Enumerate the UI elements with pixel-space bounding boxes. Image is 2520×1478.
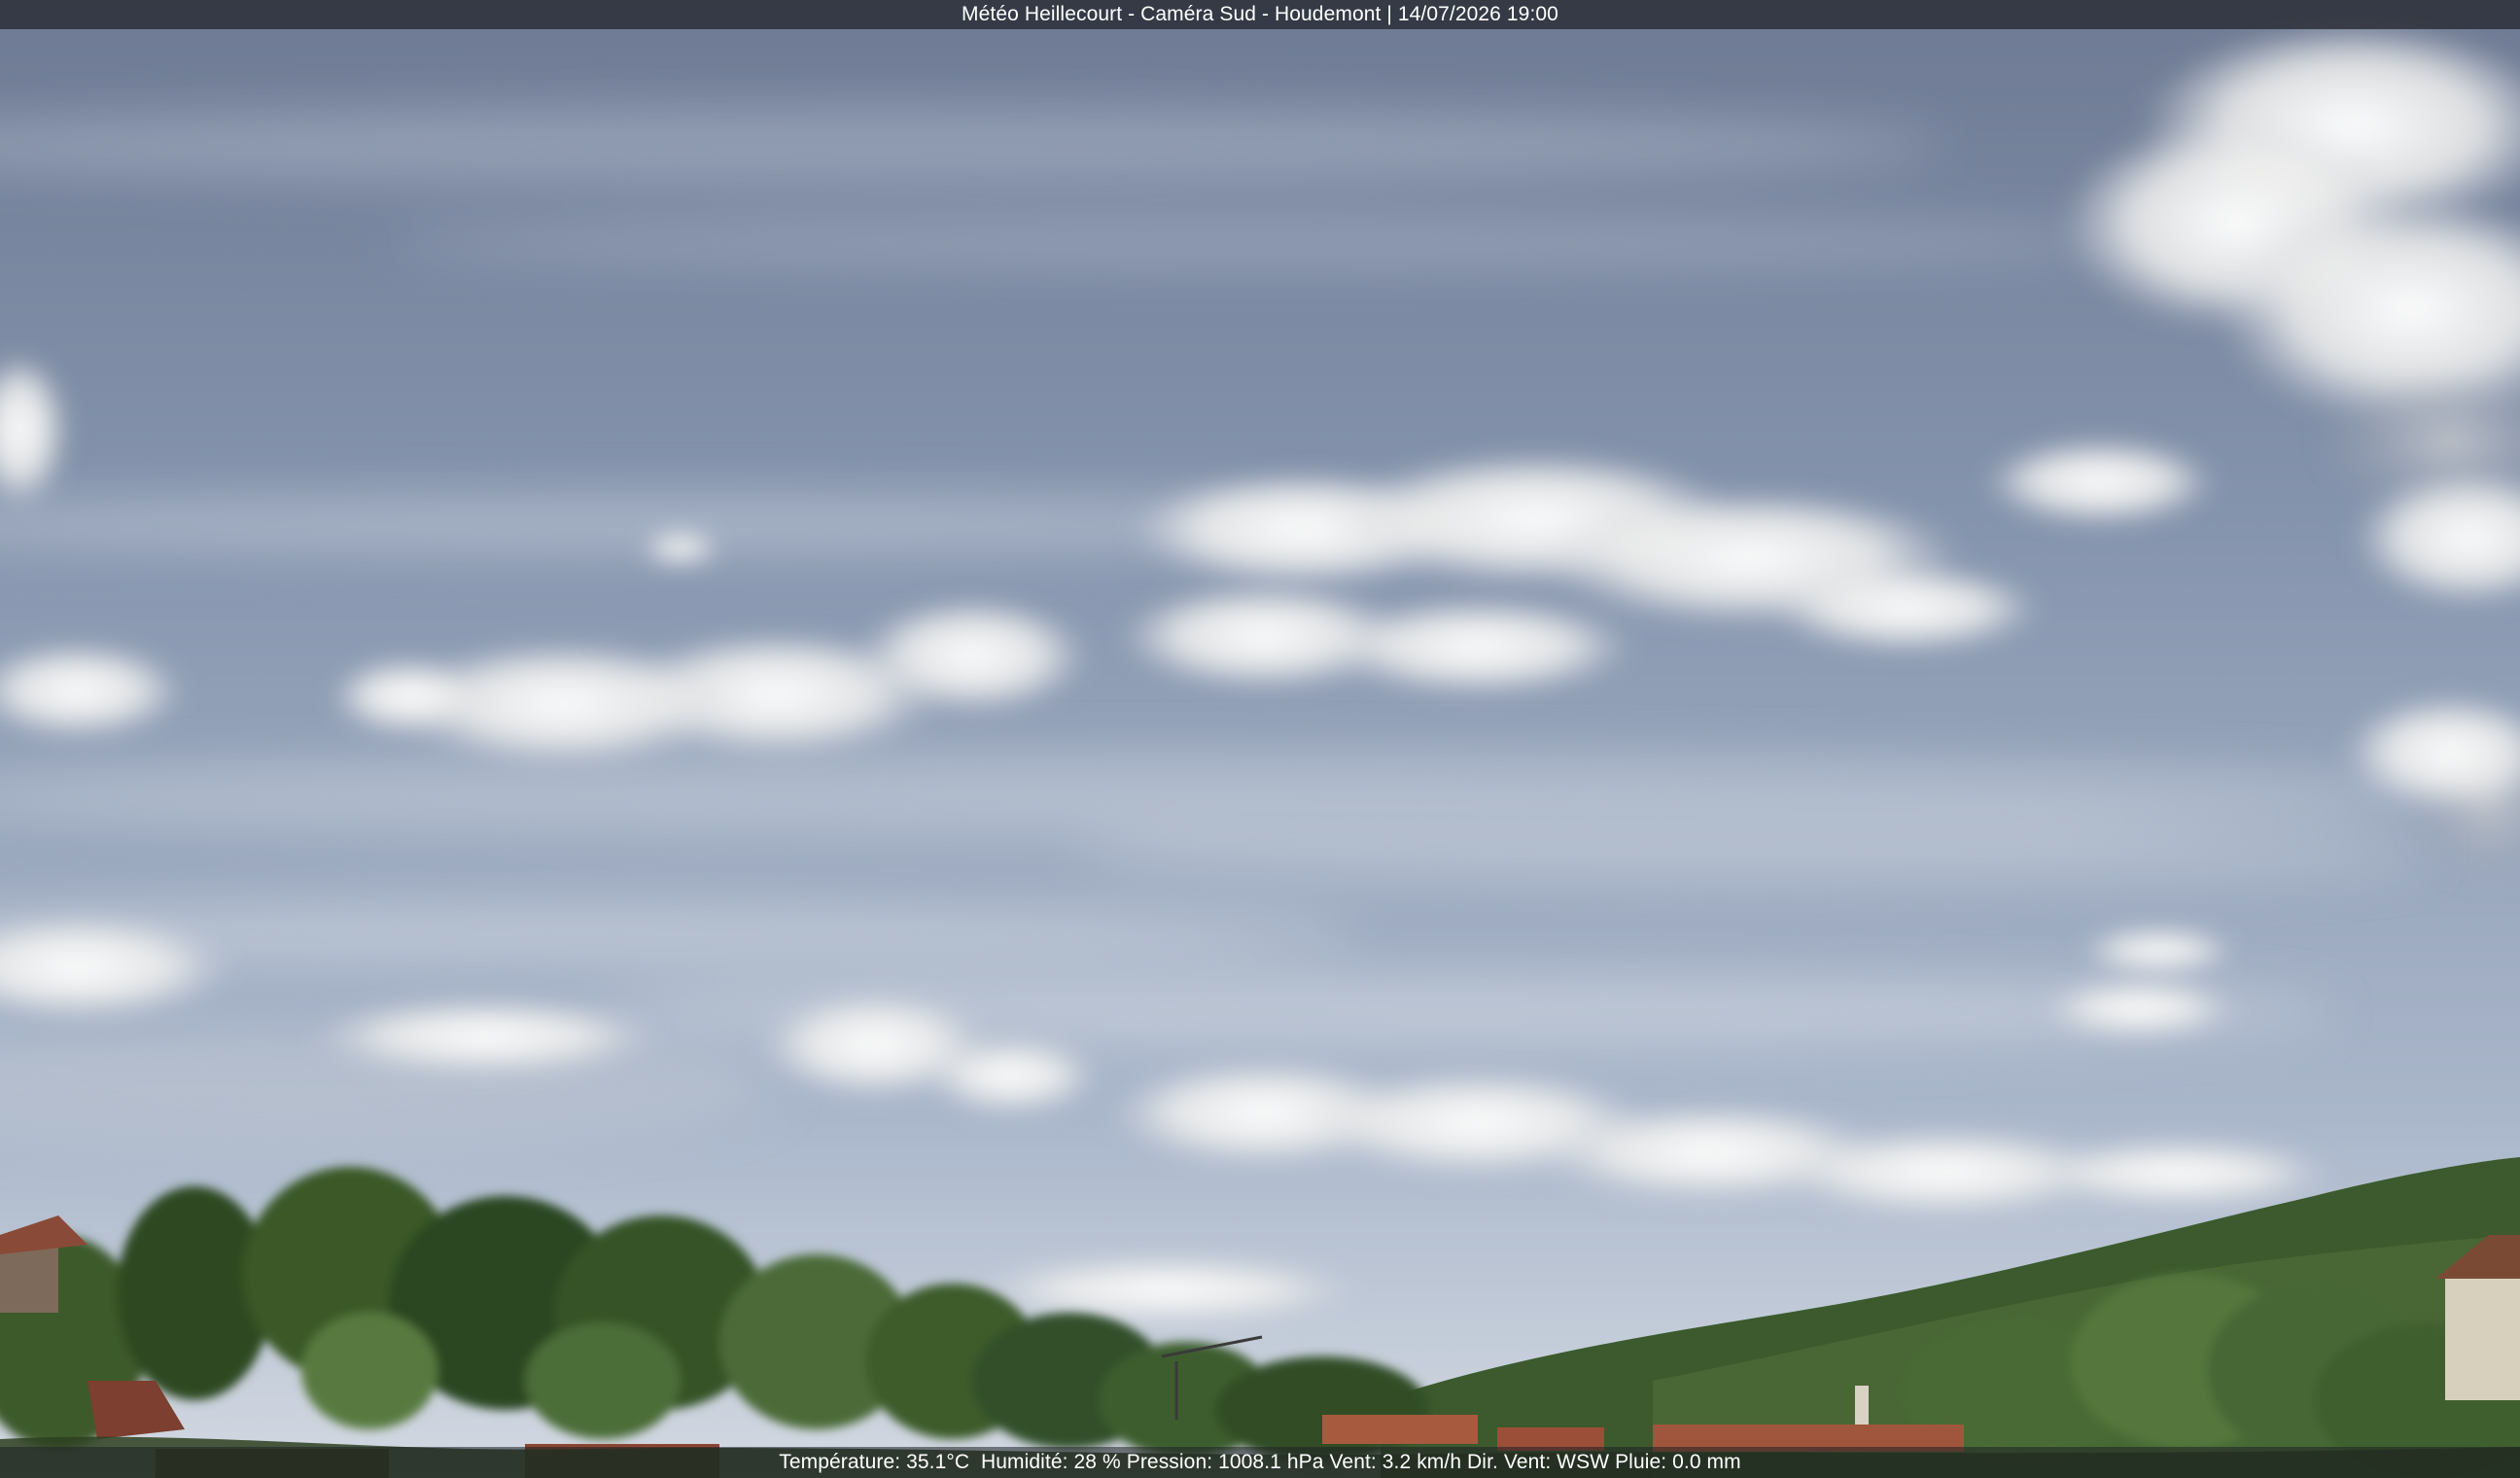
webcam-view: Météo Heillecourt - Caméra Sud - Houdemo… xyxy=(0,0,2520,1478)
camera-title-bar: Météo Heillecourt - Caméra Sud - Houdemo… xyxy=(0,0,2520,29)
weather-readout-bar: Température: 35.1°C Humidité: 28 % Press… xyxy=(0,1447,2520,1478)
church-tower xyxy=(1855,1386,1869,1425)
roofs-center xyxy=(1322,1415,1478,1444)
sky-landscape-photo xyxy=(0,0,2520,1478)
house-far-right xyxy=(2445,1274,2520,1400)
